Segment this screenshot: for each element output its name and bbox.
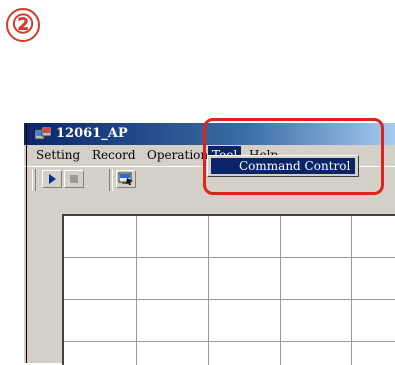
- app-icon: [35, 127, 51, 140]
- grid-line: [64, 257, 395, 258]
- menu-operation[interactable]: Operation: [145, 148, 210, 162]
- grid-line: [280, 216, 281, 365]
- grid-line: [136, 216, 137, 365]
- stop-icon: [70, 175, 78, 183]
- monitor-button[interactable]: [116, 170, 136, 188]
- grid-line: [64, 299, 395, 300]
- highlight-annotation: [203, 118, 384, 195]
- monitor-icon: [118, 172, 133, 185]
- play-button[interactable]: [42, 170, 62, 188]
- grid-line: [208, 216, 209, 365]
- stop-button[interactable]: [64, 170, 84, 188]
- play-icon: [49, 174, 56, 184]
- toolbar-separator: [109, 169, 113, 191]
- window-edge: [26, 123, 27, 363]
- window-title: 12061_AP: [56, 126, 128, 141]
- toolbar-grip[interactable]: [32, 169, 36, 191]
- data-grid: [62, 214, 395, 365]
- step-number-badge: ②: [6, 8, 40, 42]
- grid-line: [351, 216, 352, 365]
- menu-record[interactable]: Record: [90, 148, 138, 162]
- menu-setting[interactable]: Setting: [34, 148, 82, 162]
- grid-line: [64, 341, 395, 342]
